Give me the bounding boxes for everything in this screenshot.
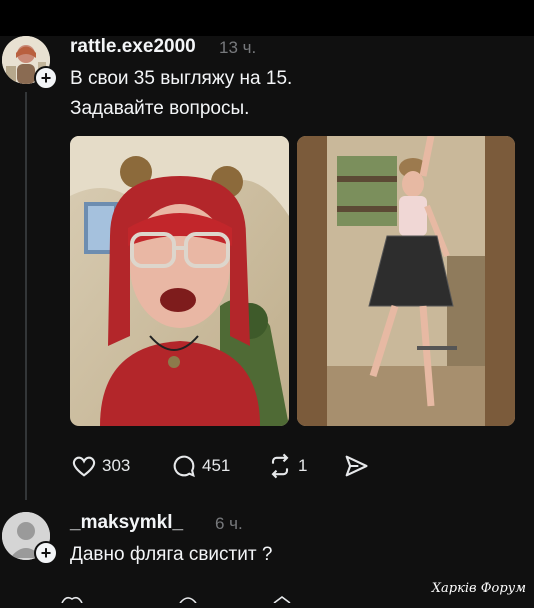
share-icon xyxy=(345,455,368,477)
like-button[interactable]: 303 xyxy=(70,452,130,480)
thread-line xyxy=(25,92,27,500)
post-text-line-2: Задавайте вопросы. xyxy=(70,98,250,119)
like-count: 303 xyxy=(102,456,131,475)
post-text-line-1: В свои 35 выгляжу на 15. xyxy=(70,68,293,89)
reply-text: Давно фляга свистит ? xyxy=(70,544,273,565)
comment-button[interactable]: 451 xyxy=(170,452,230,480)
top-bar xyxy=(0,0,534,36)
repost-count: 1 xyxy=(298,456,308,475)
repost-button[interactable]: 1 xyxy=(266,452,307,480)
reply-time: 6 ч. xyxy=(215,514,243,533)
share-button[interactable] xyxy=(342,452,370,480)
reply-username[interactable]: _maksymkl_ xyxy=(70,512,183,534)
post-username[interactable]: rattle.exe2000 xyxy=(70,36,196,58)
post-photo-portrait[interactable] xyxy=(70,136,289,426)
post-photo-fullbody[interactable] xyxy=(297,136,515,426)
post-time: 13 ч. xyxy=(219,38,257,57)
follow-plus-icon[interactable]: + xyxy=(34,66,58,90)
repost-icon xyxy=(271,453,289,479)
comment-count: 451 xyxy=(202,456,231,475)
next-actions-peek xyxy=(60,590,320,604)
follow-plus-icon[interactable]: + xyxy=(34,541,58,565)
comment-icon xyxy=(173,455,195,478)
heart-icon xyxy=(72,456,96,477)
watermark: Харків Форум xyxy=(431,581,526,596)
